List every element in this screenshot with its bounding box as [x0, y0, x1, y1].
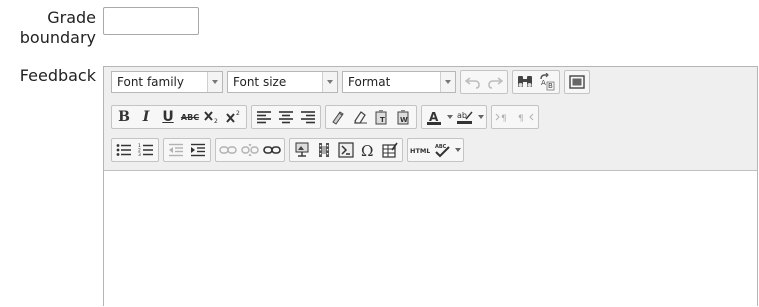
feedback-editor: Font family Font size Format B A B I U A… [103, 66, 758, 307]
rtl-icon[interactable]: ¶ [516, 107, 536, 127]
color-group: A ab [421, 105, 487, 129]
grade-boundary-input[interactable] [103, 7, 199, 35]
table-icon[interactable] [380, 140, 400, 160]
paste-text-icon[interactable]: T [372, 107, 392, 127]
font-family-value: Font family [117, 75, 184, 89]
redo-icon[interactable] [485, 72, 505, 92]
spellcheck-icon[interactable]: ABC [432, 140, 452, 160]
text-style-group: B I U ABC 2 2 [111, 105, 247, 129]
remove-format-icon[interactable] [350, 107, 370, 127]
svg-text:ab: ab [457, 111, 467, 120]
paste-word-icon[interactable]: W [394, 107, 414, 127]
underline-icon[interactable]: U [158, 107, 178, 127]
subscript-icon[interactable]: 2 [202, 107, 222, 127]
image-icon[interactable] [292, 140, 312, 160]
editor-toolbar: Font family Font size Format B A B I U A… [104, 67, 757, 171]
svg-text:¶: ¶ [501, 114, 507, 123]
chevron-down-icon[interactable] [440, 72, 455, 92]
clipboard-group: T W [325, 105, 417, 129]
svg-text:3: 3 [138, 152, 141, 157]
background-color-split: ab [454, 107, 485, 127]
text-color-split: A [423, 107, 454, 127]
undo-icon[interactable] [463, 72, 483, 92]
svg-text:2: 2 [214, 118, 218, 124]
direction-group: ¶ ¶ [491, 105, 539, 129]
italic-icon[interactable]: I [136, 107, 156, 127]
html-source-icon[interactable]: HTML [410, 140, 430, 160]
toolbar-row-3: 123 Ω HTML ABC [111, 137, 468, 163]
background-color-icon[interactable]: ab [455, 107, 475, 127]
link-icon[interactable] [218, 140, 238, 160]
equation-icon[interactable] [336, 140, 356, 160]
bullet-list-icon[interactable] [114, 140, 134, 160]
cleanup-icon[interactable] [328, 107, 348, 127]
chevron-down-icon[interactable] [445, 107, 454, 127]
unlink-icon[interactable] [240, 140, 260, 160]
svg-text:W: W [400, 116, 408, 124]
undo-redo-group [460, 70, 508, 94]
align-left-icon[interactable] [254, 107, 274, 127]
alignment-group [251, 105, 321, 129]
indent-group [163, 138, 211, 162]
superscript-icon[interactable]: 2 [224, 107, 244, 127]
chevron-down-icon[interactable] [322, 72, 337, 92]
svg-text:ABC: ABC [435, 144, 447, 150]
view-group [564, 70, 590, 94]
svg-text:HTML: HTML [410, 147, 430, 155]
grade-boundary-label: Grade boundary [19, 8, 96, 47]
svg-text:Ω: Ω [361, 142, 373, 158]
strikethrough-icon[interactable]: ABC [180, 107, 200, 127]
ltr-icon[interactable]: ¶ [494, 107, 514, 127]
find-replace-icon[interactable]: BA [537, 72, 557, 92]
svg-text:A: A [429, 110, 439, 124]
font-family-select[interactable]: Font family [111, 71, 223, 93]
outdent-icon[interactable] [166, 140, 186, 160]
source-group: HTML ABC [407, 138, 464, 162]
toolbar-row-2: B I U ABC 2 2 T W A ab ¶ ¶ [111, 104, 543, 130]
spellcheck-split: ABC [431, 140, 462, 160]
svg-text:¶: ¶ [518, 114, 524, 123]
anchor-icon[interactable] [262, 140, 282, 160]
svg-text:A: A [541, 79, 546, 87]
chevron-down-icon[interactable] [453, 140, 462, 160]
fullscreen-icon[interactable] [567, 72, 587, 92]
font-size-value: Font size [233, 75, 287, 89]
font-size-select[interactable]: Font size [227, 71, 338, 93]
insert-group: Ω [289, 138, 403, 162]
list-group: 123 [111, 138, 159, 162]
chevron-down-icon[interactable] [476, 107, 485, 127]
svg-text:T: T [380, 116, 385, 124]
indent-icon[interactable] [188, 140, 208, 160]
feedback-label: Feedback [19, 66, 96, 85]
link-group [215, 138, 285, 162]
svg-text:B: B [548, 82, 553, 90]
special-char-icon[interactable]: Ω [358, 140, 378, 160]
text-color-icon[interactable]: A [424, 107, 444, 127]
editor-content-area[interactable] [104, 171, 757, 307]
format-select[interactable]: Format [342, 71, 456, 93]
align-center-icon[interactable] [276, 107, 296, 127]
align-right-icon[interactable] [298, 107, 318, 127]
find-icon[interactable] [515, 72, 535, 92]
chevron-down-icon[interactable] [207, 72, 222, 92]
bold-icon[interactable]: B [114, 107, 134, 127]
search-group: BA [512, 70, 560, 94]
numbered-list-icon[interactable]: 123 [136, 140, 156, 160]
format-value: Format [348, 75, 391, 89]
svg-text:2: 2 [236, 110, 240, 117]
media-icon[interactable] [314, 140, 334, 160]
toolbar-row-1: Font family Font size Format B A [111, 69, 594, 95]
